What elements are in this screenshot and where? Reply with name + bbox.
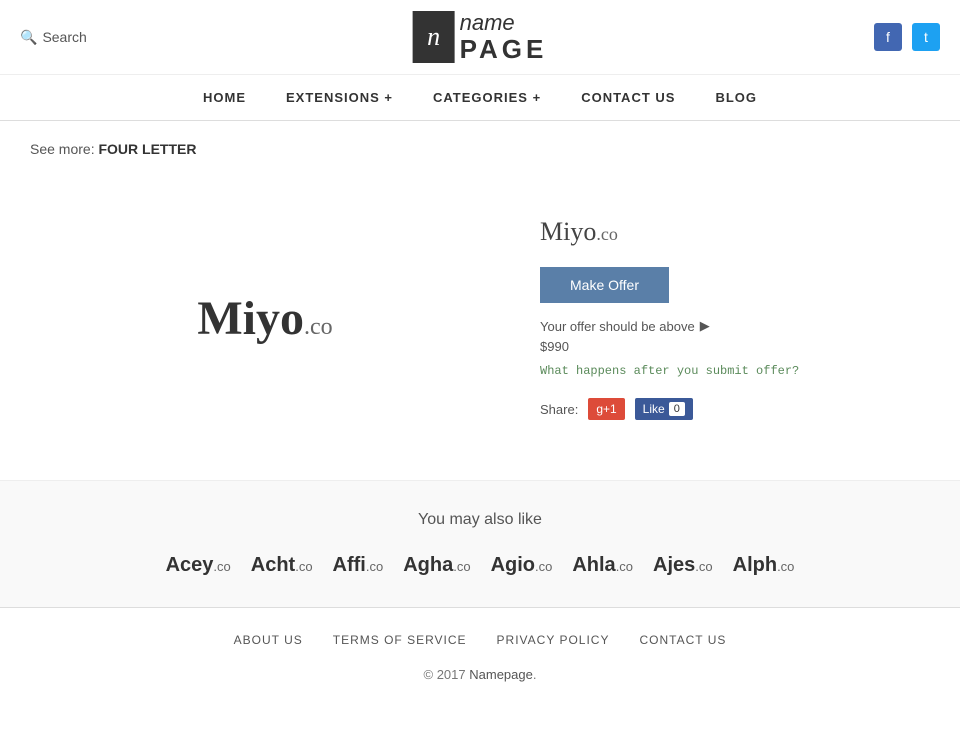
domain-logo-tld: .co [304,314,333,340]
logo-text: name PAGE [460,11,548,64]
footer: ABOUT US TERMS OF SERVICE PRIVACY POLICY… [0,607,960,697]
list-item[interactable]: Affi.co [333,554,384,577]
logo[interactable]: n name PAGE [413,11,548,64]
footer-privacy[interactable]: PRIVACY POLICY [497,633,610,647]
twitter-icon[interactable]: t [912,23,940,51]
make-offer-button[interactable]: Make Offer [540,267,669,303]
breadcrumb-link[interactable]: FOUR LETTER [98,141,196,157]
nav-home[interactable]: HOME [203,90,246,105]
domain-title: Miyo.co [540,217,930,247]
nav-extensions[interactable]: EXTENSIONS + [286,90,393,105]
header: 🔍 Search n name PAGE f t [0,0,960,75]
domain-preview: Miyo.co [30,197,500,440]
gplus-button[interactable]: g+1 [588,398,624,420]
also-like-section: You may also like Acey.co Acht.co Affi.c… [0,480,960,607]
offer-amount: $990 [540,339,930,354]
domain-info: Miyo.co Make Offer Your offer should be … [540,197,930,440]
list-item[interactable]: Agha.co [403,554,470,577]
footer-contact[interactable]: CONTACT US [639,633,726,647]
domain-logo-name: Miyo [197,292,304,345]
main-nav: HOME EXTENSIONS + CATEGORIES + CONTACT U… [0,75,960,121]
breadcrumb-prefix: See more: [30,141,95,157]
copyright-prefix: © 2017 [424,667,466,682]
logo-page: PAGE [460,35,548,64]
logo-icon: n [413,11,455,63]
footer-links: ABOUT US TERMS OF SERVICE PRIVACY POLICY… [20,633,940,647]
offer-hint-arrow: ▶ [700,318,710,334]
also-like-title: You may also like [20,511,940,529]
share-label: Share: [540,402,578,417]
submit-question-link[interactable]: What happens after you submit offer? [540,364,930,378]
offer-hint: Your offer should be above ▶ [540,318,930,334]
breadcrumb: See more: FOUR LETTER [0,121,960,177]
domain-logo-display: Miyo.co [197,291,332,346]
copyright-brand[interactable]: Namepage [469,667,533,682]
logo-name: name [460,11,548,35]
list-item[interactable]: Acht.co [251,554,313,577]
footer-about[interactable]: ABOUT US [234,633,303,647]
list-item[interactable]: Alph.co [733,554,795,577]
list-item[interactable]: Acey.co [166,554,231,577]
footer-terms[interactable]: TERMS OF SERVICE [333,633,467,647]
fb-like-label: Like [643,402,665,416]
fb-like-count: 0 [669,402,685,416]
facebook-icon[interactable]: f [874,23,902,51]
search-label: Search [42,29,86,45]
nav-categories[interactable]: CATEGORIES + [433,90,541,105]
search-icon: 🔍 [20,29,37,46]
offer-hint-text: Your offer should be above [540,319,695,334]
nav-contact[interactable]: CONTACT US [581,90,675,105]
domain-title-name: Miyo [540,217,596,246]
list-item[interactable]: Agio.co [491,554,553,577]
list-item[interactable]: Ahla.co [572,554,633,577]
also-like-domains: Acey.co Acht.co Affi.co Agha.co Agio.co … [20,554,940,577]
footer-copyright: © 2017 Namepage. [20,667,940,682]
facebook-like-button[interactable]: Like 0 [635,398,693,420]
copyright-suffix: . [533,667,537,682]
list-item[interactable]: Ajes.co [653,554,713,577]
nav-blog[interactable]: BLOG [715,90,757,105]
share-row: Share: g+1 Like 0 [540,398,930,420]
search-area[interactable]: 🔍 Search [20,29,87,46]
main-content: Miyo.co Miyo.co Make Offer Your offer sh… [0,177,960,480]
domain-title-tld: .co [596,224,618,244]
social-links: f t [874,23,940,51]
